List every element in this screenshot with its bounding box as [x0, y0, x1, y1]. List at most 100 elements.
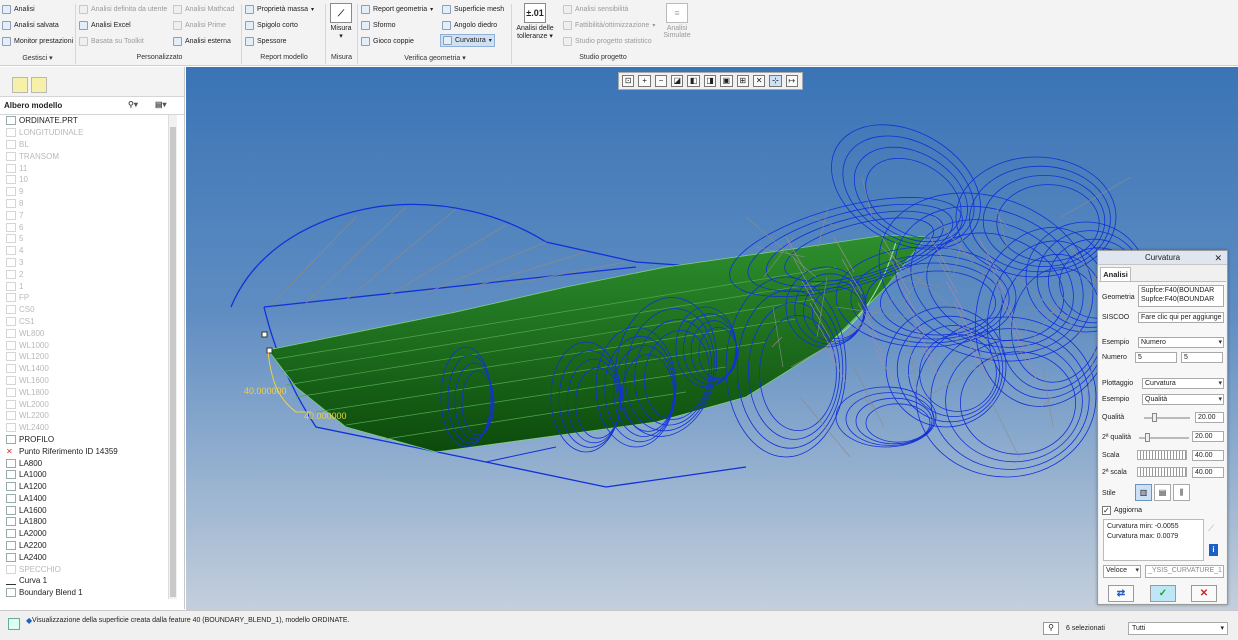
- analisi-excel-button[interactable]: Analisi Excel: [79, 19, 131, 32]
- tree-item[interactable]: BL: [0, 139, 176, 151]
- tree-item[interactable]: 9: [0, 186, 176, 198]
- geometria-list[interactable]: Supfce:F40(BOUNDAR Supfce:F40(BOUNDAR: [1138, 285, 1224, 307]
- tree-item[interactable]: WL1800: [0, 386, 176, 398]
- group-label-gestisci[interactable]: Gestisci ▾: [0, 54, 75, 62]
- misura-button[interactable]: ⟋ Misura ▾: [327, 3, 355, 40]
- tree-item[interactable]: WL2400: [0, 422, 176, 434]
- aggiorna-checkbox[interactable]: ✓ Aggiorna: [1102, 506, 1142, 515]
- tree-item[interactable]: ORDINATE.PRT: [0, 115, 176, 127]
- geometria-item[interactable]: Supfce:F40(BOUNDAR: [1141, 295, 1223, 304]
- scrollbar-thumb[interactable]: [170, 127, 176, 597]
- dialog-titlebar[interactable]: Curvatura ✕: [1098, 251, 1227, 265]
- zoom-fit-icon[interactable]: ⊡: [622, 75, 635, 87]
- monitor-prestazioni-button[interactable]: Monitor prestazioni: [2, 35, 73, 48]
- siscoo-field[interactable]: Fare clic qui per aggiunge: [1138, 312, 1224, 323]
- tree-item[interactable]: 1: [0, 280, 176, 292]
- analisi-prime-button[interactable]: Analisi Prime: [173, 19, 226, 32]
- tree-item[interactable]: 10: [0, 174, 176, 186]
- zoom-in-icon[interactable]: +: [638, 75, 651, 87]
- veloce-select[interactable]: Veloce: [1103, 565, 1141, 578]
- analisi-mathcad-button[interactable]: Analisi Mathcad: [173, 3, 234, 16]
- tree-item[interactable]: WL2000: [0, 398, 176, 410]
- numero-stepper-1[interactable]: 5: [1135, 352, 1177, 363]
- tree-item[interactable]: WL1200: [0, 351, 176, 363]
- stile-filled-icon[interactable]: ▥: [1135, 484, 1152, 501]
- tree-item[interactable]: WL2200: [0, 410, 176, 422]
- proprieta-massa-button[interactable]: Proprietà massa ▾: [245, 3, 314, 16]
- tree-item[interactable]: PROFILO: [0, 434, 176, 446]
- view-manager-icon[interactable]: ▣: [720, 75, 733, 87]
- tree-item[interactable]: Curva 1: [0, 575, 176, 587]
- repeat-analysis-icon[interactable]: ⇄: [1108, 585, 1134, 602]
- slider-knob[interactable]: [1145, 433, 1150, 442]
- superficie-mesh-button[interactable]: Superficie mesh: [442, 3, 504, 16]
- selection-icon[interactable]: ⚲: [1043, 622, 1059, 635]
- basata-su-toolkit-button[interactable]: Basata su Toolkit: [79, 35, 144, 48]
- tree-item[interactable]: WL1400: [0, 363, 176, 375]
- repaint-icon[interactable]: ◪: [671, 75, 684, 87]
- analisi-tolleranze-button[interactable]: ±.01 Analisi delle tolleranze ▾: [513, 3, 557, 40]
- analisi-esterna-button[interactable]: Analisi esterna: [173, 35, 231, 48]
- scala2-wheel[interactable]: [1137, 467, 1187, 477]
- esempio-select[interactable]: Numero: [1138, 337, 1224, 348]
- tree-item[interactable]: 2: [0, 268, 176, 280]
- gioco-coppie-button[interactable]: Gioco coppie: [361, 35, 414, 48]
- group-label-verifica-geometria[interactable]: Verifica geometria ▾: [359, 54, 511, 62]
- tree-item[interactable]: WL1600: [0, 375, 176, 387]
- tree-item[interactable]: 4: [0, 245, 176, 257]
- scala-wheel[interactable]: [1137, 450, 1187, 460]
- analisi-definita-utente-button[interactable]: Analisi definita da utente: [79, 3, 167, 16]
- qualita2-slider[interactable]: [1139, 433, 1189, 442]
- tree-filter-icon[interactable]: ⚲▾: [128, 100, 138, 109]
- tree-item[interactable]: LA1800: [0, 516, 176, 528]
- selection-filter[interactable]: Tutti ▾: [1128, 622, 1228, 635]
- tree-item[interactable]: LONGITUDINALE: [0, 127, 176, 139]
- tree-item[interactable]: WL800: [0, 327, 176, 339]
- spin-center-icon[interactable]: ↦: [785, 75, 798, 87]
- checkbox-checked-icon[interactable]: ✓: [1102, 506, 1111, 515]
- numero-stepper-2[interactable]: 5: [1181, 352, 1223, 363]
- report-geometria-button[interactable]: Report geometria ▾: [361, 3, 433, 16]
- analisi-simulate-button[interactable]: ≡ Analisi Simulate: [661, 3, 693, 39]
- tree-item[interactable]: Boundary Blend 1: [0, 587, 176, 599]
- curvatura-button[interactable]: Curvatura ▾: [440, 34, 495, 47]
- graphics-viewport[interactable]: 40.000000 40.000000 ⊡ + − ◪ ◧ ◨ ▣ ⊞ ✕ ⊹ …: [186, 67, 1238, 610]
- display-style-icon[interactable]: ◨: [703, 75, 717, 87]
- sformo-button[interactable]: Sformo: [361, 19, 396, 32]
- chart-icon[interactable]: ⟋: [1208, 523, 1214, 534]
- tree-item[interactable]: TRANSOM: [0, 150, 176, 162]
- layers-tab-icon[interactable]: [12, 77, 28, 93]
- tree-item[interactable]: 8: [0, 198, 176, 210]
- tree-item[interactable]: CS0: [0, 304, 176, 316]
- geometria-item[interactable]: Supfce:F40(BOUNDAR: [1141, 286, 1223, 295]
- info-icon[interactable]: i: [1209, 544, 1218, 556]
- slider-knob[interactable]: [1152, 413, 1157, 422]
- tree-item[interactable]: LA1600: [0, 504, 176, 516]
- qualita-slider[interactable]: [1144, 413, 1190, 422]
- zoom-out-icon[interactable]: −: [654, 75, 668, 87]
- tree-item[interactable]: 3: [0, 257, 176, 269]
- ok-check-icon[interactable]: ✓: [1150, 585, 1176, 602]
- analisi-salvata-button[interactable]: Analisi salvata: [2, 19, 59, 32]
- tree-item[interactable]: ✕ Punto Riferimento ID 14359: [0, 445, 176, 457]
- tree-item[interactable]: 6: [0, 221, 176, 233]
- folder-tab-icon[interactable]: [31, 77, 47, 93]
- plottaggio-select[interactable]: Curvatura: [1142, 378, 1224, 389]
- scala-input[interactable]: 40.00: [1192, 450, 1224, 461]
- studio-statistico-button[interactable]: Studio progetto statistico: [563, 35, 652, 48]
- model-graphics[interactable]: 40.000000 40.000000: [186, 67, 1238, 610]
- stile-outline-icon[interactable]: ▤: [1154, 484, 1171, 501]
- tree-scrollbar[interactable]: [168, 115, 177, 599]
- tree-item[interactable]: LA800: [0, 457, 176, 469]
- tree-item[interactable]: CS1: [0, 316, 176, 328]
- status-icon[interactable]: [8, 618, 20, 630]
- cancel-x-icon[interactable]: ✕: [1191, 585, 1217, 602]
- fattibilita-button[interactable]: Fattibilità/ottimizzazione ▾: [563, 19, 655, 32]
- analysis-name-field[interactable]: _YSIS_CURVATURE_1: [1145, 565, 1224, 578]
- tree-item[interactable]: LA1000: [0, 469, 176, 481]
- qualita-input[interactable]: 20.00: [1195, 412, 1224, 423]
- tab-analisi[interactable]: Analisi: [1100, 267, 1131, 281]
- spigolo-corto-button[interactable]: Spigolo corto: [245, 19, 298, 32]
- tree-item[interactable]: SPECCHIO: [0, 563, 176, 575]
- analisi-button[interactable]: Analisi: [2, 3, 35, 16]
